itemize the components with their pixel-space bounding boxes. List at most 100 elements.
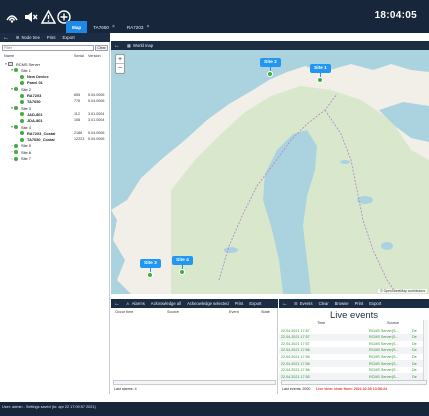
status-ok-icon [14, 143, 18, 148]
acknowledge-all-button[interactable]: Acknowledge all [151, 301, 181, 306]
acknowledge-selected-button[interactable]: Acknowledge selected [187, 301, 229, 306]
column-event[interactable]: Event [229, 310, 239, 314]
print-button[interactable]: Print [355, 301, 364, 306]
tree-row[interactable]: Panel 01 [16, 80, 43, 86]
tree-label: JAD-801 [27, 111, 43, 117]
event-source-cell: RCMS Server(S... [369, 341, 399, 346]
back-arrow-icon[interactable]: ← [3, 35, 9, 41]
warning-icon: ⚠ [126, 301, 130, 306]
export-button[interactable]: Export [63, 35, 75, 40]
serial-cell: 108 [74, 118, 81, 123]
event-time-cell: 22.04.2021 17:56 [281, 354, 310, 359]
tree-row[interactable]: › Site 7 [10, 156, 31, 162]
print-button[interactable]: Print [235, 301, 244, 306]
event-time-cell: 22.04.2021 17:55 [281, 374, 310, 379]
tree-row[interactable]: ▾ Site 3 [10, 105, 31, 111]
tree-row[interactable]: TA7650_Costal [16, 137, 55, 143]
map-canvas [111, 64, 429, 294]
column-source[interactable]: Source [387, 321, 399, 325]
tab-ta7650[interactable]: TA7650 × [87, 21, 121, 33]
site-pin-icon [179, 269, 186, 275]
node-tree-button[interactable]: ⊞ Node tree [16, 35, 40, 40]
tab-label: Map [72, 24, 82, 30]
alarms-button[interactable]: ⚠ Alarms [126, 301, 145, 306]
tree-row[interactable]: › Site 6 [10, 149, 31, 155]
event-extra-cell: De [412, 361, 417, 366]
tree-row[interactable]: JDA-801 [16, 118, 43, 124]
last-events-count: Last events: 2000 [282, 387, 311, 391]
tree-label: RA7203 [27, 93, 42, 98]
tree-row[interactable]: JAD-801 [16, 111, 43, 117]
tab-map[interactable]: Map [66, 21, 88, 33]
close-icon[interactable]: × [146, 24, 149, 30]
last-alarms-count: Last alarms: 4 [114, 387, 137, 391]
vertical-scrollbar[interactable] [423, 320, 428, 383]
world-map[interactable]: © OpenStreetMap contributors [111, 50, 429, 294]
back-arrow-icon[interactable]: ← [114, 43, 120, 49]
tree-label: Site 1 [21, 67, 31, 73]
column-time[interactable]: Time [317, 321, 325, 325]
tree-label: Site 7 [21, 156, 31, 161]
clear-events-button[interactable]: Clear [319, 301, 329, 306]
list-icon: ☰ [294, 301, 298, 306]
tree-label: Site 6 [21, 149, 31, 155]
tree-icon: ⊞ [16, 35, 20, 40]
status-ok-icon [20, 99, 24, 104]
events-toolbar: ← ☰ Events Clear Browse Print Export [279, 299, 429, 308]
tree-row[interactable]: TA7650 [16, 99, 41, 105]
column-source[interactable]: Source [167, 310, 179, 314]
event-extra-cell: De [412, 328, 417, 333]
event-source-cell: RCMS Server(S... [369, 368, 399, 373]
tree-row[interactable]: ▾ Site 4 [10, 124, 31, 130]
events-button[interactable]: ☰ Events [294, 301, 313, 306]
column-state[interactable]: State [261, 310, 270, 314]
tab-ra7203[interactable]: RA7203 × [121, 21, 156, 33]
event-extra-cell: De [412, 348, 417, 353]
print-button[interactable]: Print [47, 35, 56, 40]
mute-icon[interactable] [22, 8, 40, 26]
zoom-control: + − [115, 54, 125, 74]
serial-cell: 112 [74, 111, 80, 116]
tree-row[interactable]: RA7203_Costal [16, 130, 55, 136]
tab-label: RA7203 [126, 24, 144, 30]
column-version[interactable]: Version [88, 54, 101, 58]
close-icon[interactable]: × [112, 24, 115, 30]
alarms-label: Alarms [131, 301, 145, 306]
marker-site-1[interactable]: Site 1 [310, 64, 331, 83]
tree-row[interactable]: ▾ Site 2 [10, 86, 31, 92]
horizontal-scrollbar[interactable] [113, 380, 276, 385]
zoom-out-button[interactable]: − [116, 64, 124, 73]
horizontal-scrollbar[interactable] [281, 380, 427, 385]
zoom-in-button[interactable]: + [116, 55, 124, 64]
back-arrow-icon[interactable]: ← [282, 301, 288, 307]
browse-button[interactable]: Browse [335, 301, 349, 306]
signal-icon[interactable] [3, 8, 21, 26]
marker-site-2[interactable]: Site 2 [260, 58, 281, 77]
node-tree-toolbar: ← ⊞ Node tree Print Export [0, 33, 110, 42]
node-tree-label: Node tree [21, 35, 40, 40]
export-button[interactable]: Export [249, 301, 261, 306]
marker-label: Site 1 [310, 64, 331, 73]
world-map-button[interactable]: ▦ World map [127, 43, 153, 48]
filter-input[interactable] [2, 45, 94, 51]
tree-label: TA7650 [27, 99, 41, 105]
version-cell: 3.01.0004 [88, 118, 105, 123]
marker-site-4[interactable]: Site 4 [172, 256, 193, 275]
event-time-cell: 22.04.2021 17:56 [281, 361, 310, 366]
export-button[interactable]: Export [369, 301, 381, 306]
marker-site-3[interactable]: Site 3 [140, 259, 161, 278]
column-name[interactable]: Name [4, 54, 14, 58]
tree-row[interactable]: › Site 5 [10, 143, 31, 149]
tree-row[interactable]: ▾ RCMS Server [4, 61, 40, 67]
column-serial[interactable]: Serial [74, 54, 84, 58]
tree-row[interactable]: ▾ Site 1 [10, 67, 31, 73]
map-attribution[interactable]: © OpenStreetMap contributors [378, 289, 427, 293]
clear-button[interactable]: Clear [95, 45, 108, 51]
marker-label: Site 3 [140, 259, 161, 268]
tree-row[interactable]: New Device [16, 74, 49, 80]
event-extra-cell: De [412, 354, 417, 359]
back-arrow-icon[interactable]: ← [114, 301, 120, 307]
tree-row[interactable]: RA7203 [16, 93, 41, 99]
serial-cell: 776 [74, 99, 81, 104]
column-occur-time[interactable]: Occur time [115, 310, 133, 314]
